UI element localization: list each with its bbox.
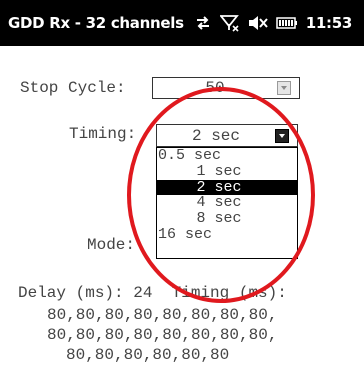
signal-off-icon[interactable] <box>219 14 240 32</box>
title-bar: GDD Rx - 32 channels 11:53 <box>0 0 364 46</box>
app-title: GDD Rx - 32 channels <box>8 14 184 32</box>
clock: 11:53 <box>305 14 353 32</box>
dropdown-option[interactable]: 1 sec <box>157 163 297 180</box>
connection-sync-icon[interactable] <box>194 15 212 31</box>
timing-values-line: 80,80,80,80,80,80 <box>66 346 230 364</box>
chevron-down-icon[interactable] <box>277 81 291 95</box>
timing-values-line: 80,80,80,80,80,80,80,80, <box>47 326 278 344</box>
timing-combo[interactable]: 2 sec <box>156 124 298 147</box>
dropdown-option[interactable]: 8 sec <box>157 211 297 227</box>
speaker-muted-icon[interactable] <box>248 15 268 31</box>
mode-label: Mode: <box>87 236 136 254</box>
dropdown-option-selected[interactable]: 2 sec <box>157 179 297 196</box>
battery-icon[interactable] <box>275 16 298 30</box>
timing-dropdown-list[interactable]: 0.5 sec 1 sec 2 sec 4 sec 8 sec 16 sec <box>156 147 298 259</box>
dropdown-option[interactable]: 4 sec <box>157 195 297 211</box>
status-icons <box>194 14 306 32</box>
timing-value: 2 sec <box>191 126 240 145</box>
timing-values-line: 80,80,80,80,80,80,80,80, <box>47 306 278 324</box>
timing-label: Timing: <box>69 125 137 143</box>
dropdown-option[interactable]: 0.5 sec <box>157 148 297 164</box>
chevron-down-icon[interactable] <box>275 128 289 143</box>
delay-timing-line: Delay (ms): 24 Timing (ms): <box>18 284 287 302</box>
stop-cycle-label: Stop Cycle: <box>20 79 126 97</box>
stop-cycle-combo[interactable]: 50 <box>152 77 300 99</box>
dropdown-option[interactable]: 16 sec <box>157 227 297 243</box>
stop-cycle-value: 50 <box>205 79 225 97</box>
